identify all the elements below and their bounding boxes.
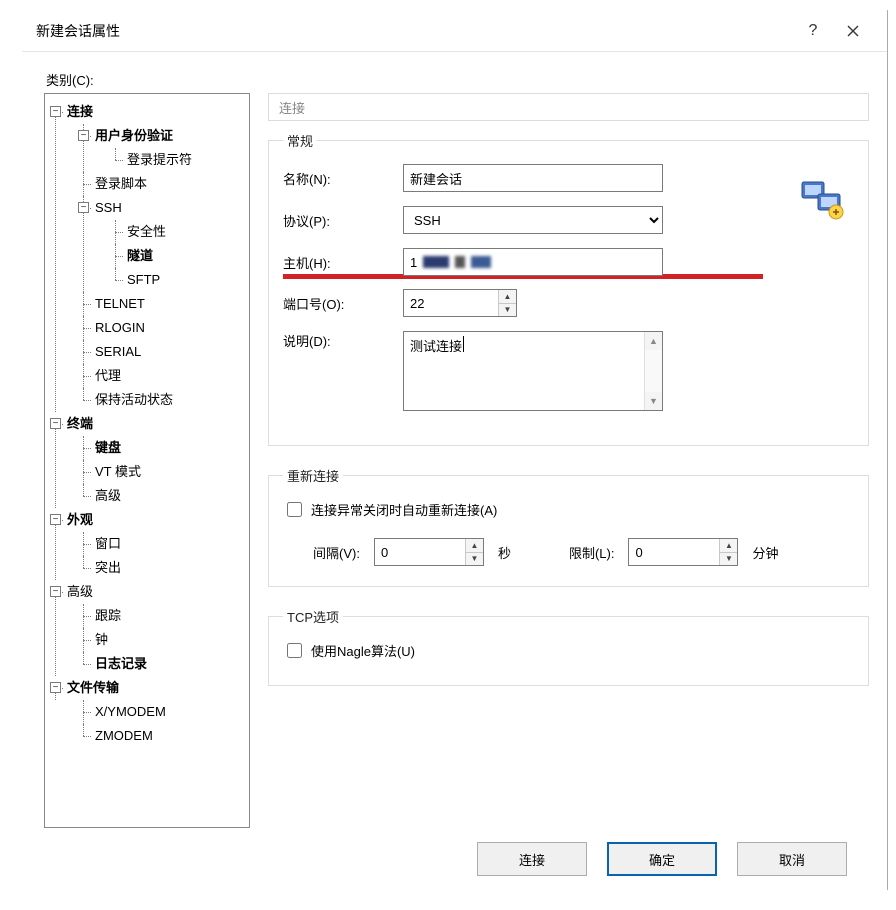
- scroll-down-icon[interactable]: ▼: [645, 392, 662, 410]
- tree-node-vt[interactable]: VT 模式: [93, 464, 143, 479]
- spin-down-icon[interactable]: ▼: [499, 303, 516, 317]
- port-input[interactable]: [404, 290, 498, 316]
- category-label: 类别(C):: [46, 70, 869, 89]
- tree-node-login-prompt[interactable]: 登录提示符: [125, 152, 194, 167]
- nagle-label: 使用Nagle算法(U): [311, 641, 415, 660]
- tcp-group: TCP选项 使用Nagle算法(U): [268, 607, 869, 686]
- titlebar: 新建会话属性 ?: [22, 10, 887, 52]
- tree-node-keepalive[interactable]: 保持活动状态: [93, 392, 175, 407]
- desc-value-text: 测试连接: [410, 336, 462, 355]
- ok-button[interactable]: 确定: [607, 842, 717, 876]
- tree-node-xymodem[interactable]: X/YMODEM: [93, 704, 168, 719]
- reconnect-legend: 重新连接: [283, 466, 343, 485]
- scroll-up-icon[interactable]: ▲: [645, 332, 662, 350]
- scroll-track[interactable]: [645, 350, 662, 392]
- text-caret: [463, 336, 464, 352]
- tree-node-appearance[interactable]: 外观: [65, 512, 95, 527]
- spin-up-icon[interactable]: ▲: [466, 539, 483, 552]
- limit-spinner[interactable]: ▲ ▼: [628, 538, 738, 566]
- redacted-block: [471, 256, 491, 268]
- close-button[interactable]: [833, 15, 873, 47]
- tree-node-keyboard[interactable]: 键盘: [93, 440, 123, 455]
- auto-reconnect-label: 连接异常关闭时自动重新连接(A): [311, 500, 497, 519]
- tree-toggle[interactable]: −: [50, 418, 61, 429]
- minutes-label: 分钟: [752, 543, 778, 562]
- general-legend: 常规: [283, 131, 317, 150]
- tree-toggle[interactable]: −: [78, 202, 89, 213]
- desc-label: 说明(D):: [283, 331, 403, 350]
- tree-node-auth[interactable]: 用户身份验证: [93, 128, 175, 143]
- tree-node-telnet[interactable]: TELNET: [93, 296, 147, 311]
- tree-node-advanced-term[interactable]: 高级: [93, 488, 123, 503]
- tree-node-logging[interactable]: 日志记录: [93, 656, 149, 671]
- cancel-button[interactable]: 取消: [737, 842, 847, 876]
- seconds-label: 秒: [498, 543, 511, 562]
- protocol-select[interactable]: SSH: [403, 206, 663, 234]
- limit-input[interactable]: [629, 539, 719, 565]
- tree-node-window[interactable]: 窗口: [93, 536, 123, 551]
- tree-node-trace[interactable]: 跟踪: [93, 608, 123, 623]
- connect-button[interactable]: 连接: [477, 842, 587, 876]
- tree-node-connection[interactable]: 连接: [65, 104, 95, 119]
- tree-node-security[interactable]: 安全性: [125, 224, 168, 239]
- tree-node-serial[interactable]: SERIAL: [93, 344, 143, 359]
- close-icon: [847, 25, 859, 37]
- protocol-label: 协议(P):: [283, 211, 403, 230]
- connection-icon: [800, 178, 848, 222]
- tcp-legend: TCP选项: [283, 607, 343, 626]
- redacted-block: [423, 256, 449, 268]
- redacted-block: [455, 256, 465, 268]
- general-group: 常规 名称(N): 协议(P):: [268, 131, 869, 446]
- tree-toggle[interactable]: −: [78, 130, 89, 141]
- interval-spinner[interactable]: ▲ ▼: [374, 538, 484, 566]
- name-label: 名称(N):: [283, 169, 403, 188]
- tree-node-tunnel[interactable]: 隧道: [125, 248, 155, 263]
- interval-label: 间隔(V):: [313, 543, 360, 562]
- interval-input[interactable]: [375, 539, 465, 565]
- tree-node-rlogin[interactable]: RLOGIN: [93, 320, 147, 335]
- nagle-checkbox[interactable]: [287, 643, 302, 658]
- name-input[interactable]: [403, 164, 663, 192]
- tree-node-sftp[interactable]: SFTP: [125, 272, 162, 287]
- host-value-text: 1: [410, 255, 417, 270]
- tree-toggle[interactable]: −: [50, 106, 61, 117]
- tree-node-zmodem[interactable]: ZMODEM: [93, 728, 155, 743]
- category-tree[interactable]: − 连接 − 用户身份验证 登录提示符 登录脚本: [44, 93, 250, 828]
- help-button[interactable]: ?: [793, 15, 833, 47]
- tree-node-ssh[interactable]: SSH: [93, 200, 124, 215]
- tree-node-bell[interactable]: 钟: [93, 632, 110, 647]
- reconnect-group: 重新连接 连接异常关闭时自动重新连接(A) 间隔(V): ▲ ▼: [268, 466, 869, 587]
- port-label: 端口号(O):: [283, 294, 403, 313]
- spin-up-icon[interactable]: ▲: [720, 539, 737, 552]
- dialog-title: 新建会话属性: [36, 21, 793, 41]
- limit-label: 限制(L):: [569, 543, 615, 562]
- tree-node-terminal[interactable]: 终端: [65, 416, 95, 431]
- tree-toggle[interactable]: −: [50, 514, 61, 525]
- tree-node-proxy[interactable]: 代理: [93, 368, 123, 383]
- session-properties-dialog: 新建会话属性 ? 类别(C): − 连接 −: [22, 10, 888, 890]
- host-input[interactable]: 1: [403, 248, 663, 276]
- tree-node-advanced[interactable]: 高级: [65, 584, 95, 599]
- spin-down-icon[interactable]: ▼: [720, 552, 737, 566]
- tree-toggle[interactable]: −: [50, 586, 61, 597]
- auto-reconnect-checkbox[interactable]: [287, 502, 302, 517]
- host-label: 主机(H):: [283, 253, 403, 272]
- tree-node-file-transfer[interactable]: 文件传输: [65, 680, 121, 695]
- dialog-footer: 连接 确定 取消: [44, 828, 869, 890]
- breadcrumb: 连接: [268, 93, 869, 121]
- spin-up-icon[interactable]: ▲: [499, 290, 516, 303]
- port-spinner[interactable]: ▲ ▼: [403, 289, 517, 317]
- tree-toggle[interactable]: −: [50, 682, 61, 693]
- description-textarea[interactable]: 测试连接 ▲ ▼: [403, 331, 663, 411]
- tree-node-highlight[interactable]: 突出: [93, 560, 123, 575]
- tree-node-login-script[interactable]: 登录脚本: [93, 176, 149, 191]
- spin-down-icon[interactable]: ▼: [466, 552, 483, 566]
